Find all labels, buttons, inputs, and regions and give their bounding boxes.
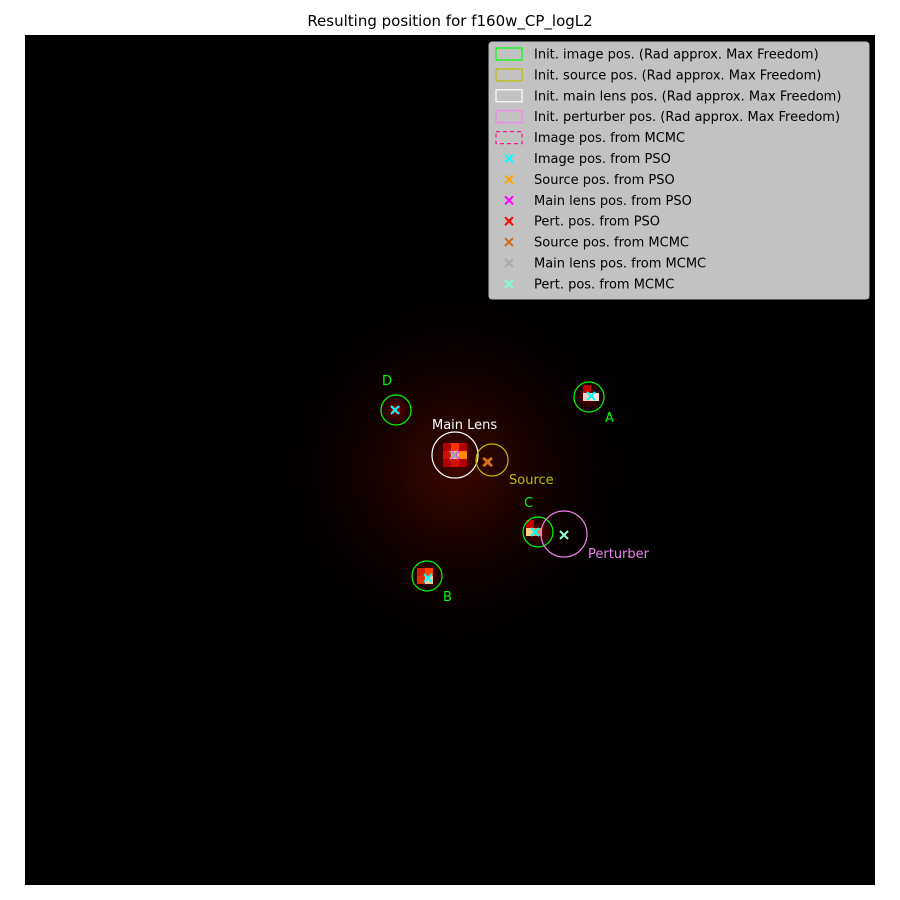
legend-label: Source pos. from PSO [534, 173, 675, 188]
legend-item: Init. perturber pos. (Rad approx. Max Fr… [495, 110, 840, 125]
legend-item: Init. source pos. (Rad approx. Max Freed… [495, 68, 821, 83]
legend-label: Main lens pos. from MCMC [534, 257, 706, 272]
legend-label: Pert. pos. from PSO [534, 215, 660, 230]
legend-label: Main lens pos. from PSO [534, 194, 692, 209]
legend-item: Init. image pos. (Rad approx. Max Freedo… [495, 47, 819, 63]
pixel [459, 451, 467, 459]
pixel [459, 443, 467, 451]
legend-item: Main lens pos. from MCMC [504, 257, 706, 272]
perturber-label: Perturber [588, 547, 650, 562]
image-label-c: C [524, 496, 533, 511]
legend-label: Source pos. from MCMC [534, 236, 689, 251]
pixel [451, 459, 459, 467]
pixel [583, 385, 591, 393]
legend-item: Init. main lens pos. (Rad approx. Max Fr… [495, 89, 841, 104]
legend-label: Image pos. from PSO [534, 152, 671, 167]
source-label: Source [509, 473, 554, 488]
pixel [451, 443, 459, 451]
image-label-b: B [443, 590, 452, 605]
pixel [417, 576, 425, 584]
pixel [459, 459, 467, 467]
legend-label: Init. image pos. (Rad approx. Max Freedo… [534, 48, 819, 63]
legend-item: Main lens pos. from PSO [504, 194, 692, 209]
image-label-d: D [382, 374, 392, 389]
legend-label: Init. source pos. (Rad approx. Max Freed… [534, 68, 821, 83]
legend-label: Init. main lens pos. (Rad approx. Max Fr… [534, 89, 841, 104]
legend-label: Image pos. from MCMC [534, 131, 685, 146]
chart-plot: A B C D Main Lens Source Perturber Init. image… [25, 35, 875, 885]
pixel [443, 443, 451, 451]
pixel [443, 459, 451, 467]
legend: Init. image pos. (Rad approx. Max Freedo… [488, 41, 870, 300]
legend-label: Init. perturber pos. (Rad approx. Max Fr… [534, 110, 840, 125]
main-lens-label: Main Lens [432, 418, 497, 433]
image-label-a: A [605, 411, 614, 426]
legend-label: Pert. pos. from MCMC [534, 277, 674, 292]
